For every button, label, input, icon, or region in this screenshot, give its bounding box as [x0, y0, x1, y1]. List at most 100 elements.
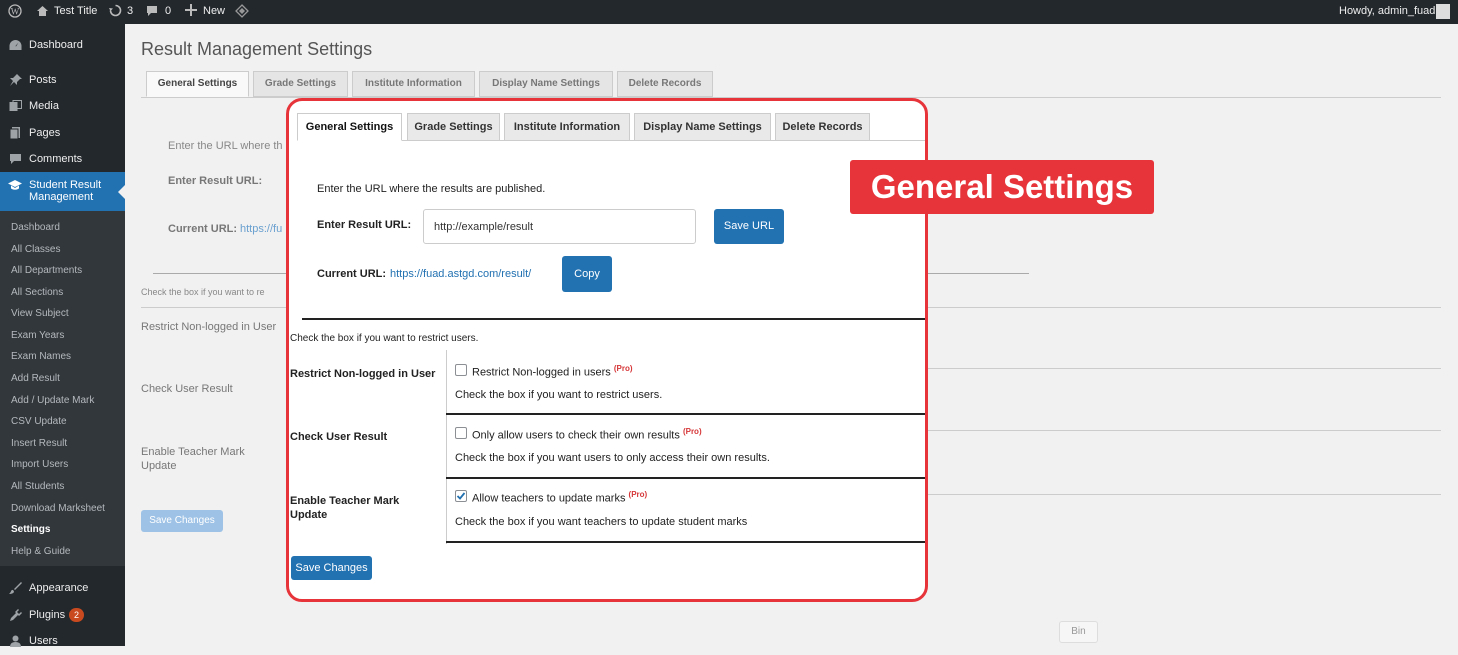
tab-institute-information[interactable]: Institute Information — [504, 113, 630, 141]
submenu-all-sections[interactable]: All Sections — [11, 287, 63, 298]
enable-teacher-mark-desc: Check the box if you want teachers to up… — [455, 516, 748, 528]
submenu-view-subject[interactable]: View Subject — [11, 308, 69, 319]
zoomed-settings-panel: General Settings Grade Settings Institut… — [286, 98, 928, 602]
wordpress-logo-icon[interactable]: W — [8, 4, 22, 21]
tab-delete-records[interactable]: Delete Records — [775, 113, 870, 141]
menu-media[interactable]: Media — [0, 94, 125, 120]
submenu-exam-names[interactable]: Exam Names — [11, 351, 71, 362]
page-title: Result Management Settings — [141, 39, 373, 59]
bg-current-url-link[interactable]: https://fu — [240, 223, 282, 235]
bg-check-hint: Check the box if you want to re — [141, 287, 265, 297]
bg-enable-teacher-label: Enable Teacher Mark Update — [141, 446, 245, 472]
check-user-result-label: Check User Result — [290, 431, 388, 443]
check-user-result-option: Only allow users to check their own resu… — [472, 427, 702, 442]
bg-row-line — [925, 494, 1441, 495]
restrict-non-logged-desc: Check the box if you want to restrict us… — [455, 389, 663, 401]
avatar[interactable] — [1436, 4, 1450, 19]
submenu-add-update-mark[interactable]: Add / Update Mark — [11, 395, 94, 406]
copy-button[interactable]: Copy — [562, 256, 612, 292]
bg-row-line — [925, 368, 1441, 369]
current-url-link[interactable]: https://fuad.astgd.com/result/ — [390, 268, 531, 280]
tab-display-name-settings[interactable]: Display Name Settings — [479, 71, 613, 97]
check-user-result-checkbox[interactable] — [455, 427, 467, 439]
enable-teacher-mark-checkbox[interactable] — [455, 490, 467, 502]
tab-general-settings[interactable]: General Settings — [146, 71, 249, 97]
active-arrow — [118, 185, 125, 199]
howdy-user[interactable]: Howdy, admin_fuad — [1339, 5, 1435, 17]
plugins-update-badge: 2 — [69, 608, 84, 622]
menu-comments[interactable]: Comments — [0, 147, 125, 173]
save-changes-button[interactable]: Save Changes — [291, 556, 372, 580]
row-divider — [446, 477, 925, 479]
bg-save-changes-button[interactable]: Save Changes — [141, 510, 223, 532]
submenu-exam-years[interactable]: Exam Years — [11, 330, 64, 341]
tab-delete-records[interactable]: Delete Records — [617, 71, 713, 97]
bg-restrict-label: Restrict Non-logged in User — [141, 321, 277, 333]
restrict-non-logged-label: Restrict Non-logged in User — [290, 368, 436, 380]
submenu-settings[interactable]: Settings — [11, 524, 50, 535]
submenu-csv-update[interactable]: CSV Update — [11, 416, 67, 427]
submenu-help-guide[interactable]: Help & Guide — [11, 546, 70, 557]
pages-icon — [9, 127, 20, 139]
menu-users[interactable]: Users — [0, 629, 125, 655]
submenu-import-users[interactable]: Import Users — [11, 459, 68, 470]
submenu-all-departments[interactable]: All Departments — [11, 265, 82, 276]
submenu-add-result[interactable]: Add Result — [11, 373, 60, 384]
menu-label: Dashboard — [29, 39, 83, 51]
checkmark-icon — [456, 492, 466, 500]
menu-posts[interactable]: Posts — [0, 68, 125, 94]
site-title-link[interactable]: Test Title — [54, 5, 97, 17]
submenu-all-students[interactable]: All Students — [11, 481, 64, 492]
bg-row-line — [925, 430, 1441, 431]
updates-icon[interactable] — [109, 4, 122, 20]
tab-grade-settings[interactable]: Grade Settings — [407, 113, 500, 141]
plugin-icon — [10, 609, 22, 621]
dashboard-icon — [9, 40, 22, 50]
pro-badge: (Pro) — [628, 490, 648, 499]
menu-appearance[interactable]: Appearance — [0, 576, 125, 602]
enable-teacher-mark-option: Allow teachers to update marks (Pro) — [472, 490, 647, 505]
menu-label: Media — [29, 100, 59, 112]
home-icon — [36, 4, 49, 20]
menu-plugins[interactable]: Plugins 2 — [0, 603, 125, 629]
submenu-all-classes[interactable]: All Classes — [11, 244, 60, 255]
diamond-icon[interactable] — [235, 4, 249, 21]
bg-check-user-label: Check User Result — [141, 383, 233, 395]
tab-institute-information[interactable]: Institute Information — [352, 71, 475, 97]
submenu-download-marksheet[interactable]: Download Marksheet — [11, 503, 105, 514]
menu-label: Posts — [29, 74, 57, 86]
tab-display-name-settings[interactable]: Display Name Settings — [634, 113, 771, 141]
new-link[interactable]: New — [203, 5, 225, 17]
menu-pages[interactable]: Pages — [0, 121, 125, 147]
admin-sidebar: Dashboard Posts Media Pages Comments Stu… — [0, 24, 125, 647]
graduation-cap-icon — [8, 180, 22, 190]
general-settings-banner: General Settings — [850, 160, 1154, 214]
menu-student-result-management[interactable]: Student Result Management — [0, 172, 125, 211]
bin-button[interactable]: Bin — [1059, 621, 1098, 643]
enable-teacher-mark-label: Enable Teacher Mark Update — [290, 495, 400, 521]
restrict-non-logged-checkbox[interactable] — [455, 364, 467, 376]
menu-label: Student Result Management — [29, 179, 102, 203]
submenu-insert-result[interactable]: Insert Result — [11, 438, 67, 449]
restrict-non-logged-option-text: Restrict Non-logged in users — [472, 366, 611, 379]
users-icon — [10, 635, 21, 647]
check-hint: Check the box if you want to restrict us… — [290, 333, 479, 344]
tab-grade-settings[interactable]: Grade Settings — [253, 71, 348, 97]
brush-icon — [9, 582, 22, 594]
section-divider — [302, 318, 925, 320]
save-url-button[interactable]: Save URL — [714, 209, 784, 244]
menu-label: Plugins — [29, 609, 66, 621]
result-url-input[interactable] — [423, 209, 696, 244]
check-user-result-option-text: Only allow users to check their own resu… — [472, 429, 680, 442]
menu-dashboard[interactable]: Dashboard — [0, 33, 125, 59]
bg-enter-result-url-label: Enter Result URL: — [168, 175, 263, 187]
row-divider — [446, 413, 925, 415]
bg-url-hint: Enter the URL where th — [168, 140, 283, 152]
row-divider — [446, 541, 925, 543]
plus-icon — [185, 4, 197, 19]
submenu-dashboard[interactable]: Dashboard — [11, 222, 60, 233]
enable-teacher-mark-option-text: Allow teachers to update marks — [472, 492, 626, 505]
tab-general-settings[interactable]: General Settings — [297, 113, 402, 141]
comment-icon[interactable] — [146, 5, 158, 20]
menu-label: Appearance — [29, 582, 89, 594]
